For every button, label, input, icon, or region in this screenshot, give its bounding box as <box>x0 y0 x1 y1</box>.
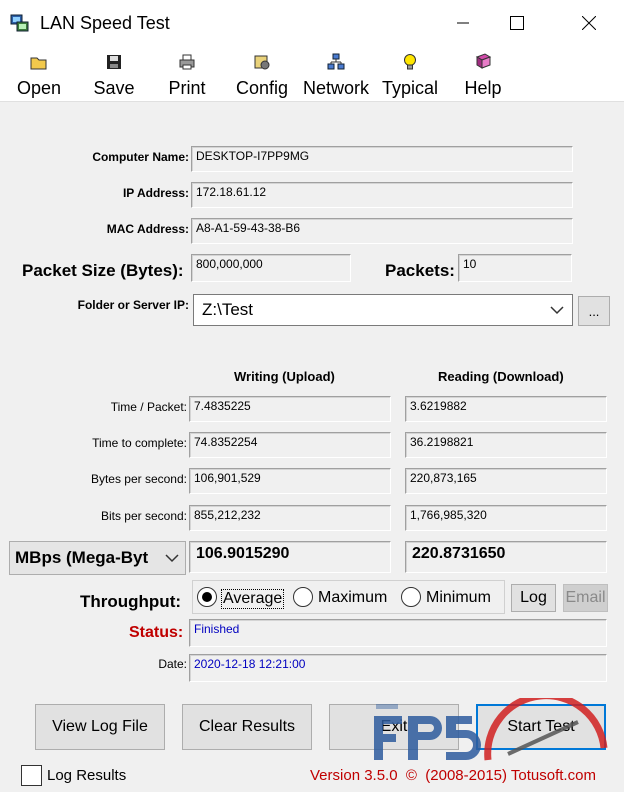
lightbulb-icon <box>404 54 416 70</box>
radio-selected-dot <box>202 592 212 602</box>
ip-address-label: IP Address: <box>122 186 189 200</box>
packets-label: Packets: <box>385 261 455 280</box>
mac-address-field: A8-A1-59-43-38-B6 <box>191 218 573 244</box>
close-button[interactable] <box>566 0 612 46</box>
reading-header: Reading (Download) <box>438 369 564 384</box>
toolbar-label: Config <box>235 78 289 98</box>
title-bar: LAN Speed Test <box>0 0 624 46</box>
unit-select[interactable]: MBps (Mega-Byt <box>9 541 186 575</box>
radio-minimum[interactable] <box>401 587 421 607</box>
radio-average-label[interactable]: Average <box>221 589 285 609</box>
toolbar-label: Print <box>168 78 206 98</box>
unit-select-value: MBps (Mega-Byt <box>15 548 149 567</box>
packet-size-input[interactable]: 800,000,000 <box>191 254 351 282</box>
radio-minimum-label[interactable]: Minimum <box>426 589 491 607</box>
write-bits-sec: 855,212,232 <box>189 505 391 531</box>
toolbar-network[interactable]: Network <box>300 50 372 100</box>
minimize-icon <box>457 22 469 24</box>
open-folder-icon <box>30 57 47 70</box>
date-label: Date: <box>158 657 187 671</box>
toolbar-label: Network <box>302 78 369 98</box>
write-time-packet: 7.4835225 <box>189 396 391 422</box>
computer-name-label: Computer Name: <box>92 150 189 164</box>
clear-results-button[interactable]: Clear Results <box>182 704 312 750</box>
toolbar-label: Help <box>464 78 502 98</box>
packets-input[interactable]: 10 <box>458 254 572 282</box>
write-bytes-sec: 106,901,529 <box>189 468 391 494</box>
throughput-label: Throughput: <box>80 592 182 611</box>
read-time-complete: 36.2198821 <box>405 432 607 458</box>
browse-button[interactable]: ... <box>578 296 610 326</box>
computer-name-field: DESKTOP-I7PP9MG <box>191 146 573 172</box>
close-icon <box>582 16 596 30</box>
toolbar-save[interactable]: Save <box>90 50 138 100</box>
time-packet-label: Time / Packet: <box>110 400 187 414</box>
app-icon <box>10 14 29 32</box>
floppy-disk-icon <box>107 55 121 69</box>
log-button[interactable]: Log <box>511 584 556 612</box>
status-field: Finished <box>189 619 607 647</box>
read-bits-sec: 1,766,985,320 <box>405 505 607 531</box>
read-bytes-sec: 220,873,165 <box>405 468 607 494</box>
printer-icon <box>179 54 195 70</box>
chevron-down-icon <box>165 554 179 563</box>
maximize-button[interactable] <box>494 0 540 46</box>
writing-header: Writing (Upload) <box>234 369 335 384</box>
ip-address-field: 172.18.61.12 <box>191 182 573 208</box>
log-results-checkbox[interactable] <box>21 765 42 786</box>
log-results-label: Log Results <box>47 767 127 784</box>
bits-sec-label: Bits per second: <box>100 509 187 523</box>
email-button[interactable]: Email <box>563 584 608 612</box>
folder-label: Folder or Server IP: <box>77 298 189 312</box>
radio-maximum[interactable] <box>293 587 313 607</box>
config-icon <box>254 55 270 70</box>
version-text: Version 3.5.0 © (2008-2015) Totusoft.com <box>310 767 596 784</box>
toolbar-config[interactable]: Config <box>232 50 292 100</box>
bytes-sec-label: Bytes per second: <box>90 472 187 486</box>
toolbar-label: Open <box>16 78 62 98</box>
toolbar-open[interactable]: Open <box>14 50 64 100</box>
status-label: Status: <box>129 624 184 641</box>
toolbar-label: Save <box>93 78 135 98</box>
write-time-complete: 74.8352254 <box>189 432 391 458</box>
folder-select[interactable]: Z:\Test <box>193 294 573 326</box>
time-complete-label: Time to complete: <box>92 436 187 450</box>
view-log-button[interactable]: View Log File <box>35 704 165 750</box>
toolbar-label: Typical <box>381 78 439 98</box>
window-title: LAN Speed Test <box>40 13 170 33</box>
help-book-icon <box>475 53 492 69</box>
mac-address-label: MAC Address: <box>106 222 189 236</box>
write-throughput: 106.9015290 <box>189 541 391 573</box>
toolbar: Open Save Print Config Network Typical H… <box>0 46 624 102</box>
maximize-icon <box>510 16 524 30</box>
date-field: 2020-12-18 12:21:00 <box>189 654 607 682</box>
radio-maximum-label[interactable]: Maximum <box>318 589 387 607</box>
toolbar-print[interactable]: Print <box>162 50 212 100</box>
toolbar-typical[interactable]: Typical <box>380 50 440 100</box>
read-time-packet: 3.6219882 <box>405 396 607 422</box>
folder-value: Z:\Test <box>202 300 254 319</box>
packet-size-label: Packet Size (Bytes): <box>22 261 184 280</box>
radio-average[interactable] <box>197 587 217 607</box>
minimize-button[interactable] <box>440 0 486 46</box>
watermark-logo <box>374 698 608 761</box>
chevron-down-icon <box>550 306 564 315</box>
read-throughput: 220.8731650 <box>405 541 607 573</box>
network-icon <box>327 53 345 70</box>
toolbar-help[interactable]: Help <box>458 50 508 100</box>
